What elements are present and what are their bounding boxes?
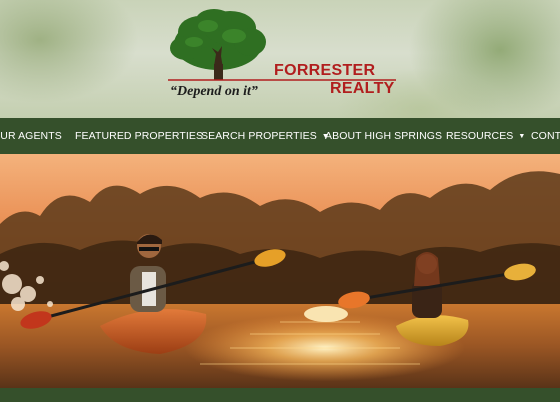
nav-item-label: SEARCH PROPERTIES [201, 130, 317, 142]
nav-item-our-agents[interactable]: OUR AGENTS [0, 118, 62, 154]
logo[interactable]: FORRESTER REALTY “Depend on it” [164, 6, 400, 110]
nav-item-label: CONTA [531, 130, 560, 142]
hero-image [0, 154, 560, 388]
tagline: “Depend on it” [170, 84, 258, 99]
kayakers-sunset-illustration [0, 154, 560, 388]
nav-item-about-high-springs[interactable]: ABOUT HIGH SPRINGS [325, 118, 442, 154]
nav-item-label: FEATURED PROPERTIES [75, 130, 204, 142]
nav-item-label: OUR AGENTS [0, 130, 62, 142]
nav-item-featured-properties[interactable]: FEATURED PROPERTIES [75, 118, 203, 154]
main-nav: OUR AGENTS FEATURED PROPERTIES SEARCH PR… [0, 118, 560, 154]
nav-item-resources[interactable]: RESOURCES ▼ [446, 118, 525, 154]
nav-item-label: RESOURCES [446, 130, 514, 142]
chevron-down-icon: ▼ [518, 133, 526, 140]
section-divider [0, 388, 560, 402]
brand-name-line2: REALTY [330, 80, 395, 97]
nav-item-search-properties[interactable]: SEARCH PROPERTIES ▼ [201, 118, 329, 154]
nav-item-label: ABOUT HIGH SPRINGS [325, 130, 443, 142]
site-header: FORRESTER REALTY “Depend on it” [0, 0, 560, 118]
brand-name-line1: FORRESTER [274, 62, 376, 79]
page-below-fold [0, 402, 560, 420]
nav-item-contact[interactable]: CONTA [531, 118, 560, 154]
